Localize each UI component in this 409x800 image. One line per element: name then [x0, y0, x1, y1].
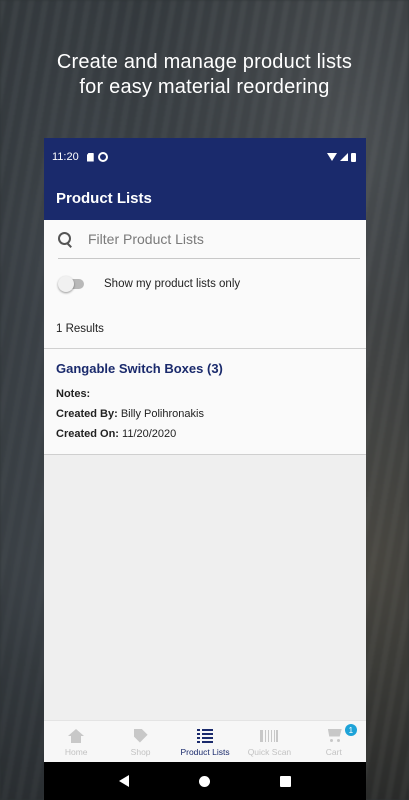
headline-line-1: Create and manage product lists — [56, 51, 353, 73]
page-title: Product Lists — [56, 189, 152, 207]
cart-badge: 1 — [344, 724, 357, 736]
created-by-value: Billy Polihronakis — [120, 408, 204, 420]
system-navigation-bar — [44, 762, 366, 800]
notes-label: Notes: — [56, 388, 91, 400]
nav-cart[interactable]: Cart 1 — [302, 721, 366, 762]
status-icons — [327, 152, 356, 162]
app-bar: Product Lists — [44, 176, 366, 220]
sd-card-icon — [86, 152, 94, 162]
barcode-icon — [260, 729, 279, 742]
wifi-icon — [327, 153, 337, 161]
nav-quick-scan-label: Quick Scan — [247, 746, 292, 757]
created-by-label: Created By: — [56, 408, 118, 420]
results-count: 1 Results — [44, 309, 366, 349]
barcode-icon-wrap — [260, 727, 279, 745]
at-sign-icon — [97, 152, 108, 162]
cart-icon-wrap — [326, 727, 342, 745]
back-icon[interactable] — [119, 775, 129, 787]
my-lists-toggle[interactable] — [58, 276, 84, 292]
list-created-on: Created On: 11/20/2020 — [56, 424, 354, 444]
results-text: 1 Results — [56, 322, 104, 335]
nav-shop-label: Shop — [130, 746, 151, 757]
nav-cart-label: Cart — [325, 746, 342, 757]
status-time: 11:20 — [52, 151, 79, 163]
headline-line-2: for easy material reordering — [79, 76, 330, 98]
signal-icon — [340, 153, 348, 161]
toggle-label: Show my product lists only — [104, 278, 241, 290]
home-button-icon[interactable] — [199, 775, 210, 787]
created-on-label: Created On: — [56, 428, 119, 440]
cart-icon — [326, 729, 342, 743]
list-title[interactable]: Gangable Switch Boxes (3) — [56, 361, 354, 376]
nav-product-lists-label: Product Lists — [180, 746, 230, 757]
home-icon-wrap — [68, 727, 85, 745]
home-icon — [68, 728, 85, 743]
search-bar — [58, 220, 360, 259]
nav-home[interactable]: Home — [44, 721, 108, 762]
bottom-navigation: Home Shop Product Lists Quick Scan Cart — [44, 720, 366, 762]
promo-headline: Create and manage product lists for easy… — [0, 50, 409, 100]
status-bar: 11:20 — [44, 138, 366, 176]
list-created-by: Created By: Billy Polihronakis — [56, 404, 354, 424]
tag-icon-wrap — [133, 727, 148, 745]
toggle-knob — [58, 276, 74, 292]
created-on-value: 11/20/2020 — [122, 428, 177, 440]
filter-input[interactable] — [88, 231, 360, 247]
recents-icon[interactable] — [280, 775, 291, 787]
phone-screen: 11:20 Product Lists Show my product list… — [44, 138, 366, 800]
main-content: Show my product lists only 1 Results Gan… — [44, 220, 366, 455]
nav-home-label: Home — [64, 746, 88, 757]
battery-icon — [351, 152, 356, 162]
nav-product-lists[interactable]: Product Lists — [173, 721, 237, 762]
filter-toggle-row: Show my product lists only — [44, 259, 366, 309]
list-icon-wrap — [197, 727, 214, 745]
list-notes: Notes: — [56, 384, 354, 404]
search-icon[interactable] — [58, 232, 72, 246]
list-item[interactable]: Gangable Switch Boxes (3) Notes: Created… — [44, 349, 366, 455]
tag-icon — [133, 728, 148, 743]
nav-quick-scan[interactable]: Quick Scan — [237, 721, 301, 762]
list-icon — [197, 728, 214, 743]
nav-shop[interactable]: Shop — [108, 721, 172, 762]
